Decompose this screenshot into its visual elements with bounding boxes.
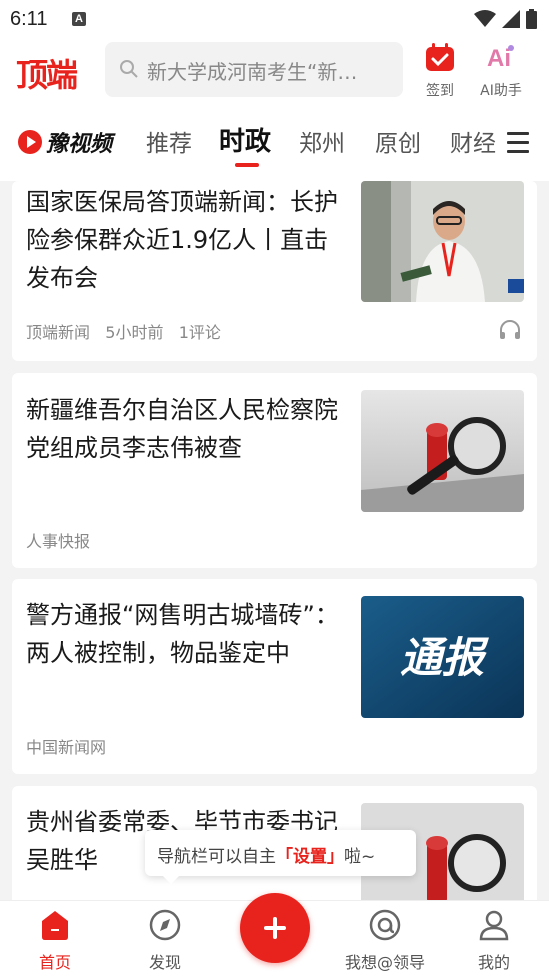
app-logo[interactable]: 顶端: [16, 50, 78, 96]
ai-icon: Ai: [487, 45, 514, 72]
tooltip-text: 导航栏可以自主: [157, 847, 276, 867]
news-meta: 顶端新闻 5小时前 1评论: [26, 319, 221, 343]
app-header: 顶端 新大学成河南考生“新… 签到 Ai AI助手: [0, 38, 549, 106]
svg-text:Ai: Ai: [487, 45, 511, 72]
news-comments: 1评论: [178, 323, 221, 342]
nav-mine-label: 我的: [477, 953, 510, 972]
active-tab-indicator: [235, 163, 259, 167]
yu-video-tab[interactable]: 豫视频: [18, 126, 112, 158]
news-time: 5小时前: [105, 323, 164, 342]
channel-tabs: 豫视频 推荐 时政 郑州 原创 财经: [0, 106, 549, 181]
tab-zhengzhou[interactable]: 郑州: [299, 124, 345, 158]
news-card[interactable]: 新疆维吾尔自治区人民检察院党组成员李志伟被查 人事快报: [12, 373, 537, 568]
tab-original[interactable]: 原创: [375, 124, 421, 158]
nav-discover[interactable]: 发现: [125, 909, 205, 973]
news-title: 警方通报“网售明古城墙砖”：两人被控制，物品鉴定中: [26, 601, 339, 667]
signal-icon: [502, 10, 520, 28]
add-button[interactable]: [240, 893, 310, 963]
tab-politics[interactable]: 时政: [219, 121, 271, 158]
home-icon: [42, 911, 68, 940]
nav-ask-leader-label: 我想@领导: [344, 953, 425, 972]
nav-settings-tooltip[interactable]: 导航栏可以自主「设置」啦~: [145, 830, 416, 884]
news-thumbnail: 通报: [361, 596, 524, 718]
news-source: 顶端新闻: [26, 323, 91, 342]
calendar-check-icon: [426, 43, 454, 71]
news-card[interactable]: 警方通报“网售明古城墙砖”：两人被控制，物品鉴定中 中国新闻网 通报: [12, 579, 537, 774]
news-source: 人事快报: [26, 532, 91, 551]
news-thumbnail: [361, 181, 524, 302]
headphone-icon[interactable]: [499, 320, 521, 340]
sign-in-button[interactable]: 签到: [405, 42, 475, 100]
news-thumbnail: [361, 390, 524, 512]
notification-icon: A: [72, 12, 86, 26]
nav-discover-label: 发现: [148, 953, 181, 972]
status-time: 6:11: [10, 8, 48, 30]
nav-home[interactable]: 首页: [15, 909, 95, 973]
play-icon: [18, 130, 42, 154]
search-bar[interactable]: 新大学成河南考生“新…: [105, 42, 403, 97]
search-icon: [120, 60, 138, 78]
news-source: 中国新闻网: [26, 738, 107, 757]
ai-assistant-label: AI助手: [480, 83, 522, 99]
status-bar: 6:11 A: [0, 0, 549, 38]
notice-banner: 通报: [361, 596, 524, 718]
magnifier-photo: [361, 390, 524, 512]
news-card[interactable]: 国家医保局答顶端新闻：长护险参保群众近1.9亿人丨直击发布会 顶端新闻 5小时前…: [12, 181, 537, 361]
sign-in-label: 签到: [426, 83, 454, 99]
bottom-nav: 首页 发现 我想@领导 我的: [0, 893, 549, 978]
speaker-photo: [361, 181, 524, 302]
nav-home-label: 首页: [38, 953, 71, 972]
ai-assistant-button[interactable]: Ai AI助手: [466, 42, 536, 100]
search-placeholder: 新大学成河南考生“新…: [147, 60, 358, 84]
news-title: 国家医保局答顶端新闻：长护险参保群众近1.9亿人丨直击发布会: [26, 188, 338, 292]
menu-icon[interactable]: [507, 132, 529, 159]
tab-finance[interactable]: 财经: [450, 124, 498, 158]
nav-mine[interactable]: 我的: [454, 909, 534, 973]
wifi-icon: [474, 10, 496, 27]
yu-video-label: 豫视频: [46, 132, 113, 157]
tooltip-suffix: 啦~: [344, 847, 376, 867]
battery-icon: [526, 9, 537, 29]
news-title: 新疆维吾尔自治区人民检察院党组成员李志伟被查: [26, 396, 338, 462]
tooltip-highlight: 「设置」: [276, 847, 344, 867]
at-leader-icon: [369, 909, 401, 941]
tab-recommend[interactable]: 推荐: [146, 124, 192, 158]
compass-icon: [149, 909, 181, 941]
nav-ask-leader[interactable]: 我想@领导: [335, 909, 435, 973]
notice-banner-text: 通报: [400, 633, 489, 682]
user-icon: [479, 910, 509, 941]
